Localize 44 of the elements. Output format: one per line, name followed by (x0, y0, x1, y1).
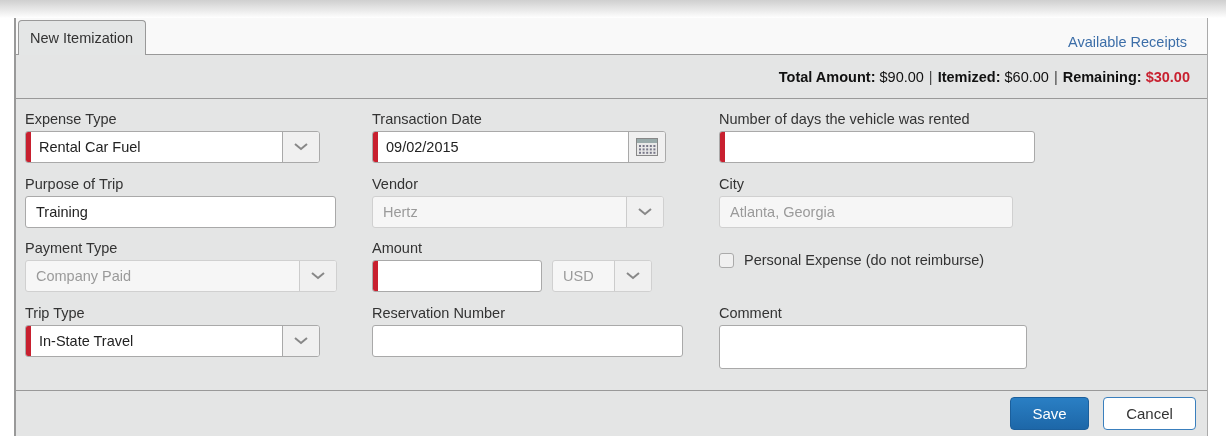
separator: | (1053, 68, 1058, 85)
text-area[interactable] (719, 324, 1027, 369)
field-label: Number of days the vehicle was rented (719, 111, 971, 128)
chevron-icon (626, 272, 640, 280)
summary-item: Remaining: $30.00 (1062, 68, 1190, 85)
dropdown-button[interactable] (282, 132, 319, 162)
dropdown-button[interactable] (282, 325, 319, 356)
text-field[interactable] (372, 260, 542, 292)
text-field[interactable] (372, 324, 683, 357)
required-indicator (373, 132, 378, 162)
summary-item: Total Amount: $90.00 (778, 68, 924, 85)
separator: | (928, 68, 933, 85)
field-label: Amount (372, 240, 423, 257)
chevron-icon (638, 207, 652, 216)
cancel-button[interactable]: Cancel (1103, 397, 1196, 430)
calendar-button[interactable] (628, 132, 665, 162)
required-indicator (26, 325, 31, 356)
text-field[interactable] (719, 131, 1035, 163)
checkbox-label: Personal Expense (do not reimburse) (744, 252, 985, 269)
summary-item: Itemized: $60.00 (937, 68, 1049, 85)
tab[interactable]: New Itemization (18, 20, 147, 55)
field-label: City (719, 175, 745, 193)
calendar-icon (636, 138, 658, 156)
chevron-icon (311, 272, 325, 280)
save-button[interactable]: Save (1010, 397, 1089, 430)
field-label: Expense Type (25, 111, 118, 128)
field-label: Vendor (372, 175, 419, 193)
required-indicator (373, 261, 378, 291)
field-label: Purpose of Trip (25, 175, 125, 193)
chevron-icon (294, 336, 308, 345)
checkbox[interactable] (719, 253, 734, 268)
field-label: Comment (719, 304, 783, 322)
field-label: Reservation Number (372, 304, 506, 322)
date-field[interactable]: 09/02/2015 (372, 131, 666, 163)
available-receipts-link[interactable]: Available Receipts (1067, 34, 1187, 50)
field-label: Trip Type (25, 304, 86, 322)
dropdown[interactable]: Rental Car Fuel (25, 131, 320, 163)
text-field[interactable]: Training (25, 195, 336, 228)
field-label: Transaction Date (372, 111, 483, 128)
dropdown[interactable]: In-State Travel (25, 324, 320, 357)
field-label: Payment Type (25, 240, 119, 257)
required-indicator (720, 132, 725, 162)
required-indicator (26, 132, 31, 162)
chevron-icon (294, 143, 308, 151)
